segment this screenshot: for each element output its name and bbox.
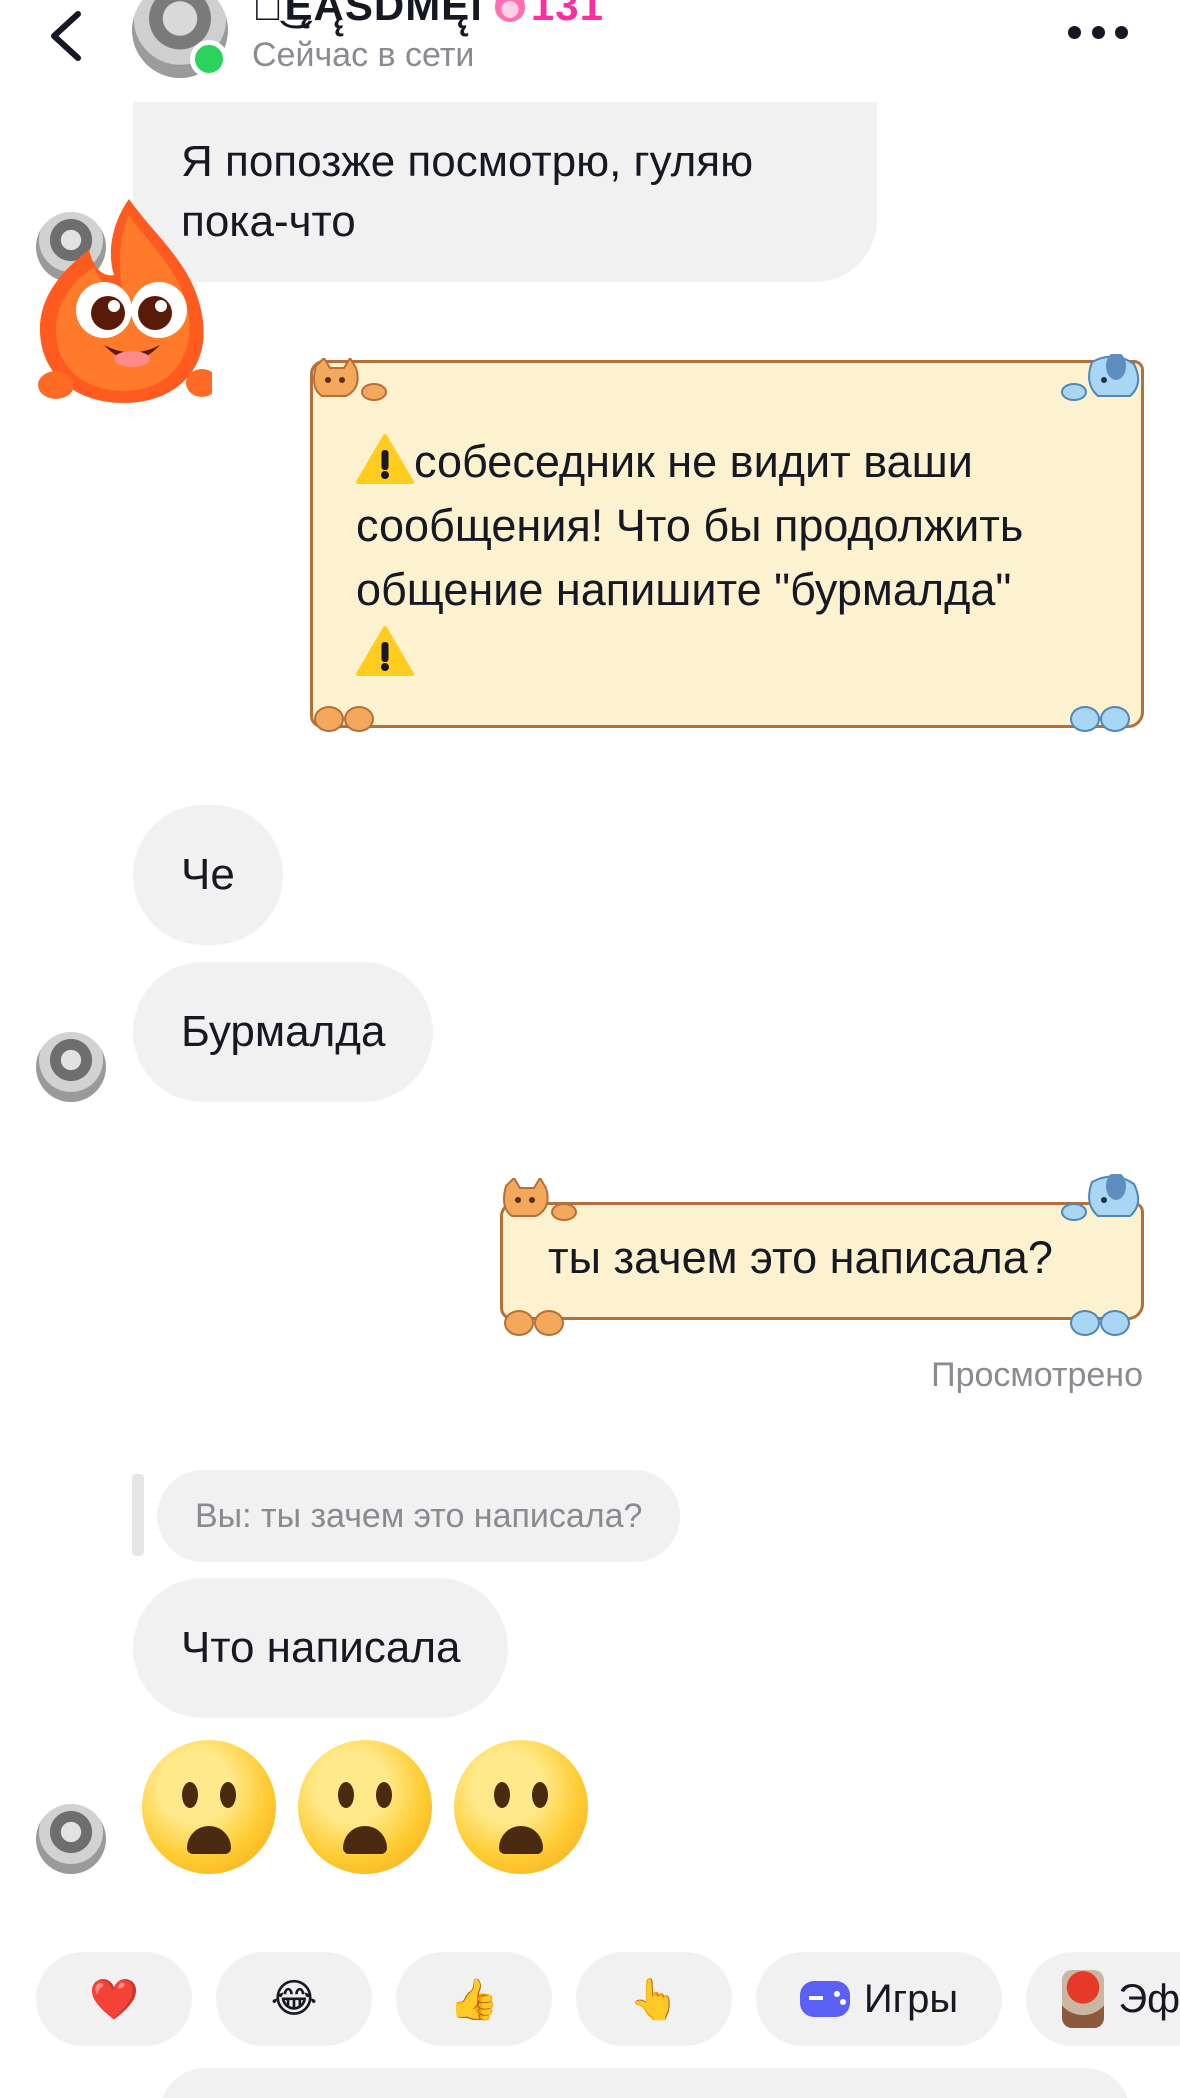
- dog-decoration-icon: [1061, 354, 1140, 401]
- paw-decoration-icon: [504, 1310, 534, 1336]
- reaction-thumbs-up-button[interactable]: 👍: [396, 1952, 552, 2046]
- seen-status: Просмотрено: [931, 1356, 1143, 1394]
- incoming-message[interactable]: Бурмалда: [133, 962, 434, 1102]
- games-button[interactable]: Игры: [756, 1952, 1002, 2046]
- quote-bar: [132, 1474, 144, 1556]
- outgoing-note-message[interactable]: собеседник не видит ваши сообщения! Что …: [310, 354, 1144, 732]
- paw-decoration-icon: [534, 1310, 564, 1336]
- back-arrow-icon[interactable]: [40, 6, 100, 66]
- outgoing-note-message[interactable]: ты зачем это написала?: [500, 1174, 1144, 1342]
- sender-avatar[interactable]: [36, 1804, 106, 1874]
- cat-decoration-icon: [503, 1178, 577, 1221]
- cat-decoration-icon: [313, 358, 387, 401]
- reaction-point-up-button[interactable]: 👆: [576, 1952, 732, 2046]
- message-text: ты зачем это написала?: [548, 1232, 1053, 1283]
- reaction-laugh-button[interactable]: 😂: [216, 1952, 372, 2046]
- fire-sticker-icon: [38, 199, 212, 403]
- warning-sign-icon: [356, 434, 414, 484]
- reply-quote[interactable]: Вы: ты зачем это написала?: [157, 1470, 681, 1562]
- streak-count: 131: [530, 0, 604, 29]
- gamepad-icon: [799, 1981, 850, 2017]
- frowning-face-emoji-icon: [142, 1740, 276, 1874]
- paw-decoration-icon: [344, 706, 374, 732]
- frowning-face-emoji-icon: [298, 1740, 432, 1874]
- paw-decoration-icon: [314, 706, 344, 732]
- reaction-heart-button[interactable]: ❤️: [36, 1952, 192, 2046]
- paw-decoration-icon: [1100, 1310, 1130, 1336]
- warning-text-block: собеседник не видит ваши сообщения! Что …: [356, 430, 1126, 686]
- paw-decoration-icon: [1100, 706, 1130, 732]
- warning-sign-icon: [356, 626, 414, 676]
- warning-text: собеседник не видит ваши сообщения! Что …: [356, 436, 1024, 615]
- dog-decoration-icon: [1061, 1174, 1140, 1221]
- contact-name[interactable]: ꀿ͜ĘĄ̨SDMĘ̨̈́ı̈ 131: [252, 0, 604, 30]
- streak-flame-icon: [494, 0, 525, 22]
- paw-decoration-icon: [1070, 706, 1100, 732]
- online-status: Сейчас в сети: [252, 36, 475, 74]
- effect-thumbnail: [1062, 1970, 1105, 2028]
- more-options-icon[interactable]: [1068, 20, 1128, 44]
- message-input-field[interactable]: [160, 2068, 1130, 2098]
- paw-decoration-icon: [1070, 1310, 1100, 1336]
- incoming-message[interactable]: Я попозже посмотрю, гуляю пока-что: [133, 102, 877, 282]
- effects-button[interactable]: Эф: [1026, 1952, 1180, 2046]
- online-indicator: [190, 40, 228, 78]
- frowning-face-emoji-icon: [454, 1740, 588, 1874]
- incoming-message[interactable]: Че: [133, 805, 283, 945]
- incoming-message[interactable]: Что написала: [133, 1578, 509, 1718]
- sender-avatar[interactable]: [36, 1032, 106, 1102]
